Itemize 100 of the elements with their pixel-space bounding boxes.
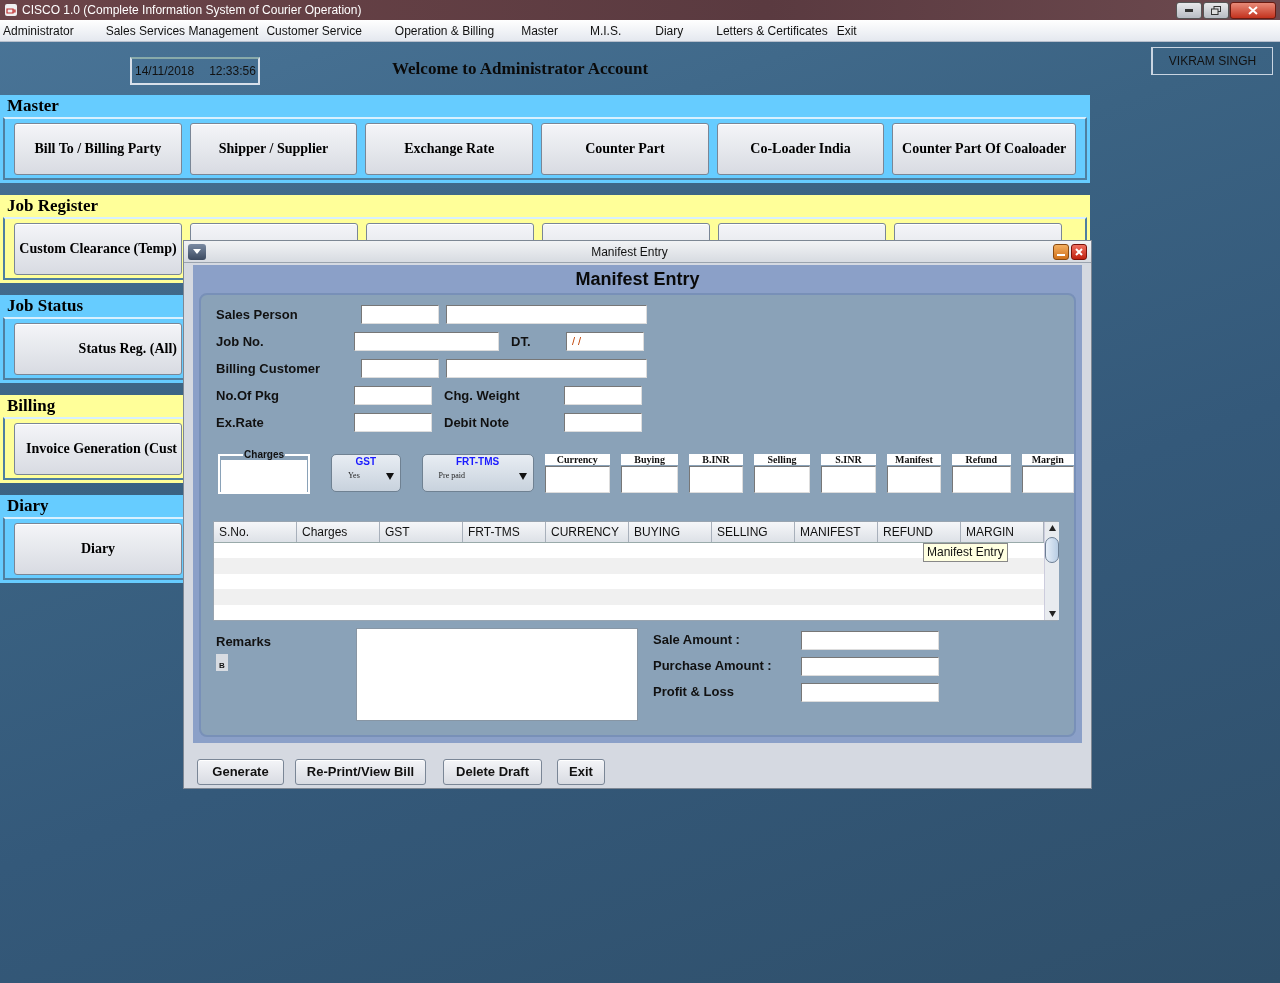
menu-button[interactable]: Invoice Generation (Cust [14,422,182,475]
field-label: Sale Amount : [653,631,741,650]
menu-item[interactable]: Exit [836,21,857,40]
caret-icon [518,472,527,480]
column-header[interactable]: CURRENCY [546,522,629,542]
section-title: Diary [6,495,50,517]
tooltip: Manifest Entry [923,543,1008,562]
field-label: DT. [511,332,532,351]
input-field[interactable]: / / [566,332,644,351]
minimize-icon [1057,253,1065,256]
input-field[interactable] [564,386,642,405]
input-field[interactable] [886,466,942,493]
close-icon [1075,247,1083,256]
column-label: Manifest [886,454,942,465]
menu-button[interactable]: Custom Clearance (Temp) [14,222,182,275]
time-text: 12:33:56 [209,63,256,80]
scroll-up-icon [1048,525,1056,531]
minimize-button[interactable] [1176,1,1202,19]
caret-icon [193,249,201,254]
date-text: 14/11/2018 [135,63,195,80]
menu-item[interactable]: M.I.S. [589,21,622,40]
close-button[interactable] [1230,1,1276,19]
column-label: Selling [753,454,811,465]
input-field[interactable] [952,466,1011,493]
scrollbar[interactable] [1044,522,1059,620]
column-header[interactable]: S.No. [214,522,297,542]
column-label: Refund [952,454,1011,465]
column-label: Currency [544,454,610,465]
menu-item[interactable]: Sales Services Management [105,21,259,40]
column-header[interactable]: FRT-TMS [463,522,546,542]
menu-button[interactable]: Counter Part [541,122,709,175]
close-button[interactable] [1071,243,1087,260]
menu-item[interactable]: Administrator [3,21,74,40]
input-field[interactable] [354,413,432,432]
column-header[interactable]: BUYING [629,522,712,542]
menu-button[interactable]: Shipper / Supplier [189,122,358,175]
field-label: Chg. Weight [444,386,521,405]
input-field[interactable] [801,630,939,650]
dropdown[interactable]: FRT-TMS Pre paid [421,454,534,492]
column-label: B.INR [689,454,743,465]
column-label: Buying [620,454,679,465]
action-button[interactable]: Re-Print/View Bill [295,759,426,785]
input-field[interactable] [753,466,811,493]
minimize-icon [1185,8,1193,12]
maximize-button[interactable] [1203,1,1229,19]
field-label: Profit & Loss [653,683,735,702]
action-button[interactable]: Delete Draft [443,759,542,785]
field-label: Job No. [216,332,265,351]
input-field[interactable] [821,466,876,493]
remarks-field[interactable] [356,628,638,721]
input-field[interactable] [354,332,499,351]
section-title: Billing [6,395,57,417]
column-header[interactable]: SELLING [712,522,795,542]
input-field[interactable] [689,466,743,493]
field-label: No.Of Pkg [216,386,280,405]
scroll-down-icon [1048,611,1056,617]
dropdown[interactable]: GST Yes [331,454,401,492]
group-label: Charges [243,450,286,460]
menu-button[interactable]: Bill To / Billing Party [14,122,182,175]
column-header[interactable]: MANIFEST [795,522,878,542]
action-button[interactable]: Exit [557,759,605,785]
input-field[interactable] [361,359,439,378]
column-header[interactable]: Charges [297,522,380,542]
input-field[interactable] [361,305,439,324]
scroll-thumb[interactable] [1045,537,1059,563]
welcome-heading: Welcome to Administrator Account [392,58,649,80]
menu-button[interactable]: Counter Part Of Coaloader [892,122,1076,175]
input-field[interactable] [564,413,642,432]
section-title: Master [6,95,60,117]
column-header[interactable]: REFUND [878,522,961,542]
menu-item[interactable]: Letters & Certificates [716,21,828,40]
input-field[interactable] [446,305,647,324]
input-field[interactable] [801,682,939,702]
input-field[interactable] [446,359,647,378]
action-button[interactable]: Generate [197,759,284,785]
input-field[interactable] [544,466,610,493]
menu-item[interactable]: Customer Service [266,21,362,40]
menu-button[interactable]: Diary [14,522,182,575]
column-label: S.INR [821,454,876,465]
menu-button[interactable]: Exchange Rate [365,122,533,175]
dialog-title: Manifest Entry [590,243,669,261]
small-button[interactable]: B [216,653,228,671]
input-field[interactable] [221,460,308,492]
column-header[interactable]: GST [380,522,463,542]
column-label: Margin [1021,454,1074,465]
menu-item[interactable]: Operation & Billing [394,21,495,40]
field-label: Billing Customer [216,359,321,378]
input-field[interactable] [1021,466,1074,493]
input-field[interactable] [801,656,939,676]
menu-item[interactable]: Diary [655,21,684,40]
menu-button[interactable]: Co-Loader India [716,122,885,175]
caret-icon [385,472,394,480]
system-menu-button[interactable] [188,243,206,260]
input-field[interactable] [620,466,679,493]
menu-button[interactable]: Status Reg. (All) [14,322,182,375]
input-field[interactable] [354,386,432,405]
window-title: CISCO 1.0 (Complete Information System of Courier Operation) [22,2,362,19]
minimize-button[interactable] [1053,243,1069,260]
menu-item[interactable]: Master [521,21,558,40]
form-heading: Manifest Entry [574,268,701,291]
